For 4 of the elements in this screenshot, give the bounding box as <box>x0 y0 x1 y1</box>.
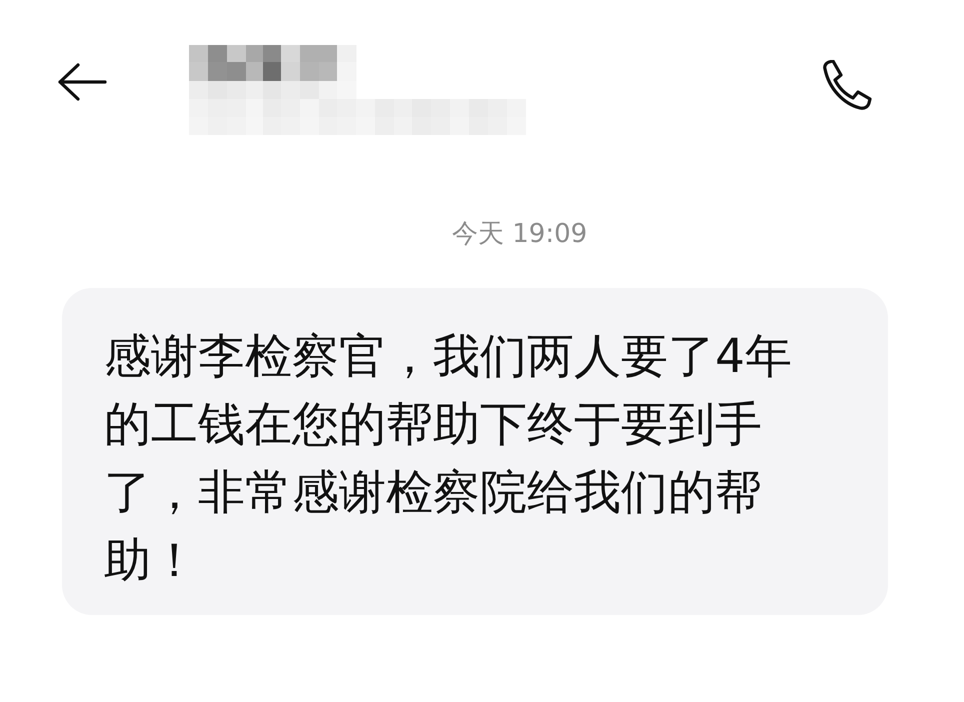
message-text: 感谢李检察官，我们两人要了4年的工钱在您的帮助下终于要到手了，非常感谢检察院给我们的帮助！ <box>104 328 793 590</box>
message-timestamp: 今天 19:09 <box>452 219 588 249</box>
phone-icon[interactable] <box>820 60 872 110</box>
back-arrow-icon[interactable] <box>57 63 107 101</box>
